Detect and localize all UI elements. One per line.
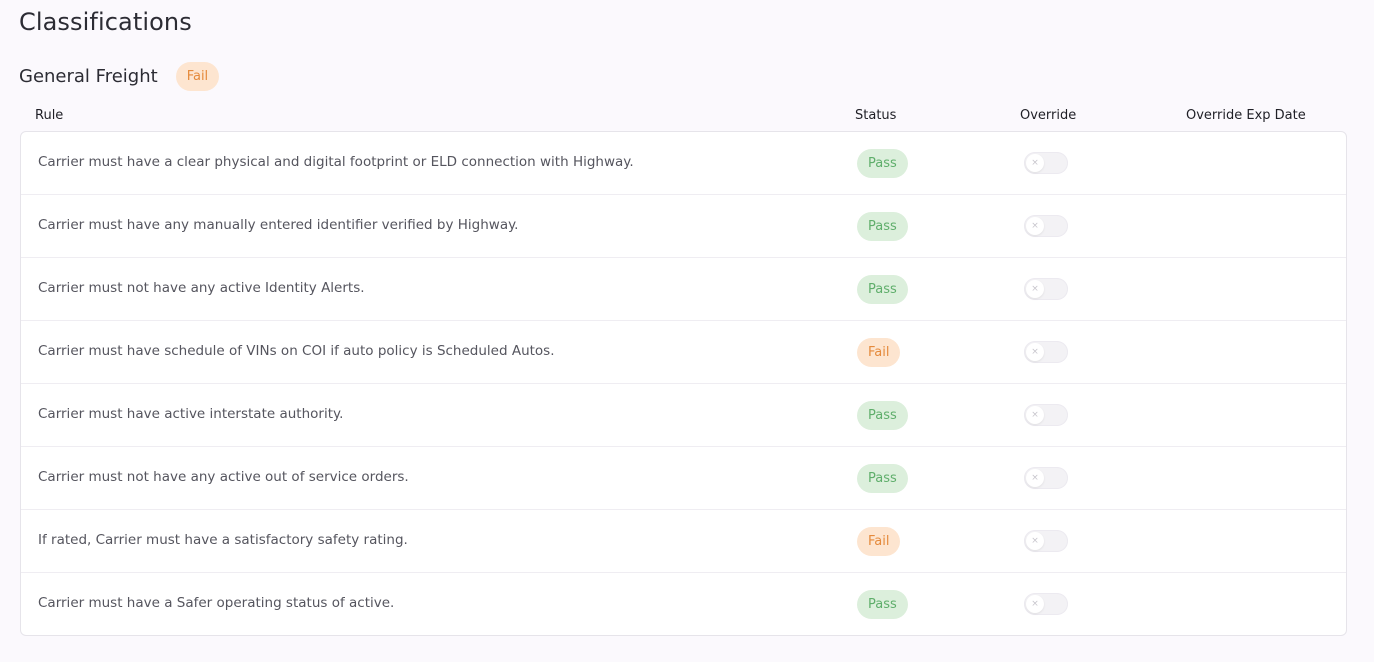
rules-table: Carrier must have a clear physical and d… — [20, 131, 1347, 636]
status-cell: Pass — [857, 401, 908, 430]
rule-text: Carrier must not have any active Identit… — [38, 280, 365, 296]
status-badge: Fail — [857, 338, 901, 367]
column-header-rule: Rule — [35, 108, 64, 123]
override-toggle[interactable]: × — [1024, 278, 1068, 300]
x-icon: × — [1026, 154, 1044, 172]
table-row: If rated, Carrier must have a satisfacto… — [21, 510, 1346, 573]
x-icon: × — [1026, 343, 1044, 361]
override-toggle[interactable]: × — [1024, 404, 1068, 426]
rule-text: Carrier must have active interstate auth… — [38, 406, 344, 422]
rule-text: If rated, Carrier must have a satisfacto… — [38, 532, 408, 548]
rule-text: Carrier must have a clear physical and d… — [38, 154, 634, 170]
rule-text: Carrier must have a Safer operating stat… — [38, 595, 395, 611]
override-toggle[interactable]: × — [1024, 152, 1068, 174]
status-cell: Pass — [857, 464, 908, 493]
section-status-badge: Fail — [175, 61, 220, 91]
status-cell: Pass — [857, 212, 908, 241]
status-badge: Pass — [857, 401, 908, 430]
x-icon: × — [1026, 406, 1044, 424]
override-toggle[interactable]: × — [1024, 530, 1068, 552]
override-toggle[interactable]: × — [1024, 341, 1068, 363]
status-badge: Pass — [857, 590, 908, 619]
table-row: Carrier must not have any active out of … — [21, 447, 1346, 510]
x-icon: × — [1026, 280, 1044, 298]
table-row: Carrier must have schedule of VINs on CO… — [21, 321, 1346, 384]
status-cell: Pass — [857, 149, 908, 178]
override-toggle[interactable]: × — [1024, 215, 1068, 237]
status-cell: Fail — [857, 527, 901, 556]
status-badge: Pass — [857, 464, 908, 493]
status-cell: Pass — [857, 275, 908, 304]
status-badge: Pass — [857, 212, 908, 241]
table-row: Carrier must have a Safer operating stat… — [21, 573, 1346, 635]
x-icon: × — [1026, 532, 1044, 550]
override-toggle[interactable]: × — [1024, 467, 1068, 489]
rule-text: Carrier must have any manually entered i… — [38, 217, 519, 233]
section-title: General Freight — [19, 65, 158, 87]
classifications-page: Classifications General Freight Fail Rul… — [0, 0, 1374, 662]
table-row: Carrier must have any manually entered i… — [21, 195, 1346, 258]
override-toggle[interactable]: × — [1024, 593, 1068, 615]
x-icon: × — [1026, 217, 1044, 235]
status-cell: Fail — [857, 338, 901, 367]
rule-text: Carrier must not have any active out of … — [38, 469, 409, 485]
status-badge: Pass — [857, 149, 908, 178]
column-header-override-exp-date: Override Exp Date — [1186, 108, 1306, 123]
table-row: Carrier must have a clear physical and d… — [21, 132, 1346, 195]
table-row: Carrier must not have any active Identit… — [21, 258, 1346, 321]
column-header-override: Override — [1020, 108, 1077, 123]
status-badge: Pass — [857, 275, 908, 304]
table-row: Carrier must have active interstate auth… — [21, 384, 1346, 447]
rule-text: Carrier must have schedule of VINs on CO… — [38, 343, 555, 359]
x-icon: × — [1026, 595, 1044, 613]
status-cell: Pass — [857, 590, 908, 619]
status-badge: Fail — [857, 527, 901, 556]
column-header-status: Status — [855, 108, 897, 123]
table-header: Rule Status Override Override Exp Date — [0, 108, 1374, 126]
x-icon: × — [1026, 469, 1044, 487]
section-header: General Freight Fail — [19, 60, 220, 92]
page-title: Classifications — [19, 8, 192, 36]
